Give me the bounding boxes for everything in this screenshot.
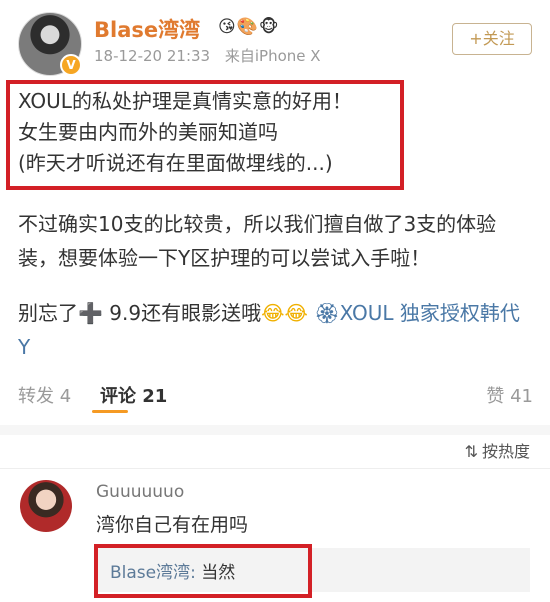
comment-tab[interactable]: 评论 21 xyxy=(100,382,167,408)
post-paragraph-3: 别忘了➕ 9.9还有眼影送哦😂😂 🏵XOUL 独家授权韩代 Y xyxy=(18,296,528,364)
post-line-3: (昨天才听说还有在里面做埋线的...) xyxy=(18,151,333,175)
post-timestamp: 18-12-20 21:33 xyxy=(94,47,211,65)
thin-divider xyxy=(0,468,550,469)
sort-icon: ⇅ xyxy=(464,442,478,461)
post-line-2: 女生要由内而外的美丽知道吗 xyxy=(18,120,278,144)
commenter-name[interactable]: Guuuuuuo xyxy=(96,482,184,502)
section-divider xyxy=(0,425,550,435)
post-paragraph-2: 不过确实10支的比较贵，所以我们擅自做了3支的体验装，想要体验一下Y区护理的可以… xyxy=(18,212,497,270)
sort-label: 按热度 xyxy=(481,442,530,461)
like-count[interactable]: 赞 41 xyxy=(486,382,533,408)
highlighted-post-text: XOUL的私处护理是真情实意的好用！ 女生要由内而外的美丽知道吗 (昨天才听说还… xyxy=(18,86,523,179)
post-source: 来自iPhone X xyxy=(224,47,321,65)
repost-count[interactable]: 转发 4 xyxy=(18,382,71,408)
commenter-avatar[interactable] xyxy=(20,480,72,532)
verified-badge-icon: V xyxy=(60,54,82,76)
reply-highlight-box xyxy=(94,544,312,598)
paragraph-3-before: 别忘了 xyxy=(18,301,78,325)
plus-icon: ➕ xyxy=(78,301,103,325)
comment-text: 湾你自己有在用吗 xyxy=(96,514,249,536)
paragraph-3-text: 9.9还有眼影送哦 xyxy=(102,301,262,325)
laugh-emoji-icon: 😂😂 xyxy=(261,301,308,325)
post-username[interactable]: Blase湾湾 xyxy=(94,14,200,44)
active-tab-underline xyxy=(92,410,128,413)
follow-button[interactable]: +关注 xyxy=(452,23,532,55)
post-meta: 18-12-20 21:33 来自iPhone X xyxy=(94,45,331,66)
sort-control[interactable]: ⇅ 按热度 xyxy=(465,438,530,462)
user-badges: 😘🎨🐵 xyxy=(218,17,280,37)
post-line-1: XOUL的私处护理是真情实意的好用！ xyxy=(18,89,352,113)
